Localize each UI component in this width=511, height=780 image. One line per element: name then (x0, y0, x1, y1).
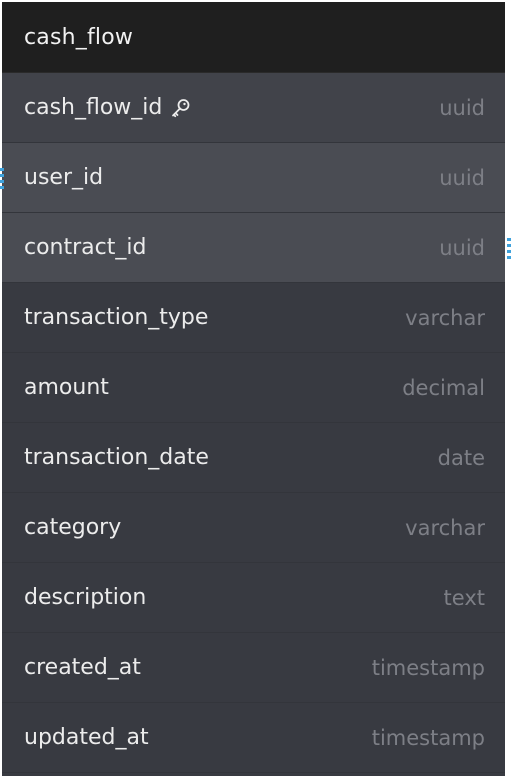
table-title: cash_flow (24, 24, 134, 50)
relation-connector-right[interactable] (507, 238, 511, 260)
column-type: varchar (405, 305, 485, 330)
column-name: user_id (24, 165, 104, 190)
column-type: uuid (439, 165, 485, 190)
column-type: decimal (402, 375, 485, 400)
column-name: category (24, 515, 122, 540)
column-name: contract_id (24, 235, 147, 260)
column-row-created-at[interactable]: created_at timestamp (2, 633, 505, 703)
key-icon (170, 97, 192, 119)
column-type: varchar (405, 515, 485, 540)
column-row-transaction-type[interactable]: transaction_type varchar (2, 283, 505, 353)
column-name: transaction_type (24, 305, 209, 330)
column-row-transaction-date[interactable]: transaction_date date (2, 423, 505, 493)
column-row-category[interactable]: category varchar (2, 493, 505, 563)
column-name: created_at (24, 655, 141, 680)
column-row-cash-flow-id[interactable]: cash_flow_id uuid (2, 73, 505, 143)
column-name: description (24, 585, 147, 610)
column-name: cash_flow_id (24, 95, 163, 120)
column-name: transaction_date (24, 445, 209, 470)
column-type: timestamp (371, 725, 485, 750)
column-type: date (437, 445, 485, 470)
column-row-updated-at[interactable]: updated_at timestamp (2, 703, 505, 773)
column-name: updated_at (24, 725, 149, 750)
entity-table-cash-flow[interactable]: cash_flow cash_flow_id uuid user_id uuid… (2, 2, 505, 776)
table-header[interactable]: cash_flow (2, 2, 505, 73)
column-type: uuid (439, 235, 485, 260)
column-row-user-id[interactable]: user_id uuid (2, 143, 505, 213)
column-row-contract-id[interactable]: contract_id uuid (2, 213, 505, 283)
column-type: uuid (439, 95, 485, 120)
diagram-canvas: cash_flow cash_flow_id uuid user_id uuid… (0, 0, 511, 780)
column-name: amount (24, 375, 109, 400)
column-row-description[interactable]: description text (2, 563, 505, 633)
column-type: timestamp (371, 655, 485, 680)
column-row-amount[interactable]: amount decimal (2, 353, 505, 423)
relation-connector-left[interactable] (0, 168, 4, 190)
column-type: text (443, 585, 485, 610)
